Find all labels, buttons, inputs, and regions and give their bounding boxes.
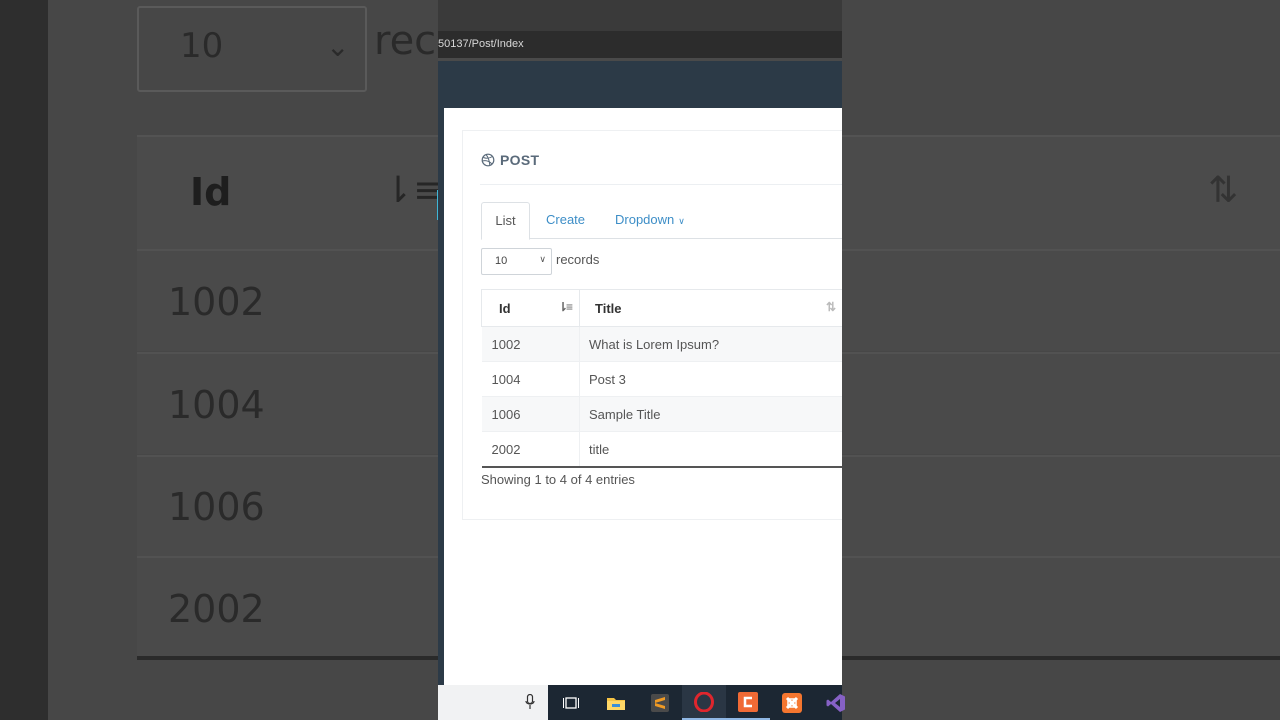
bg-row-id: 2002 (168, 587, 265, 631)
address-bar-url[interactable]: 50137/Post/Index (438, 38, 524, 50)
table-row[interactable]: 1004 Post 3 (481, 361, 842, 397)
bg-row-id: 1004 (168, 383, 265, 427)
table-info: Showing 1 to 4 of 4 entries (481, 472, 635, 487)
divider (480, 184, 842, 185)
app-navbar (438, 61, 842, 108)
table-row[interactable]: 2002 title (481, 431, 842, 468)
table-header-row: Id ⇂≡ Title ⇅ (481, 289, 842, 327)
chevron-down-icon: ∨ (539, 254, 546, 264)
cell-title: What is Lorem Ipsum? (579, 326, 842, 362)
cell-title: title (579, 431, 842, 468)
page-length-value: 10 (495, 255, 508, 267)
bg-sort-icon: ⇅ (1208, 170, 1239, 211)
file-explorer-icon[interactable] (594, 685, 638, 720)
sort-icon: ⇅ (825, 300, 836, 314)
records-label: records (556, 252, 600, 267)
cell-id: 2002 (481, 431, 580, 468)
table-row[interactable]: 1002 What is Lorem Ipsum? (481, 326, 842, 362)
tab-dropdown[interactable]: Dropdown ∨ (615, 202, 685, 238)
cell-title: Sample Title (579, 396, 842, 432)
sublime-text-icon[interactable] (638, 685, 682, 720)
tab-bar: List Create Dropdown ∨ (481, 202, 842, 240)
app-c-icon[interactable] (726, 685, 770, 720)
taskbar-search[interactable] (438, 685, 548, 720)
xampp-icon[interactable] (770, 685, 814, 720)
taskbar (438, 685, 845, 720)
cell-id: 1004 (481, 361, 580, 397)
posts-table: Id ⇂≡ Title ⇅ 1002 What is Lorem Ipsum? … (481, 289, 842, 468)
page-length-select[interactable]: 10 ∨ (481, 248, 552, 275)
opera-browser-icon[interactable] (682, 685, 726, 720)
browser-window: 50137/Post/Index POST List Create Dropdo… (438, 0, 842, 720)
card-title-text: POST (500, 152, 540, 168)
visual-studio-icon[interactable] (814, 685, 858, 720)
address-bar[interactable]: 50137/Post/Index (438, 31, 842, 61)
tab-dropdown-label: Dropdown (615, 212, 675, 227)
cell-id: 1002 (481, 326, 580, 362)
bg-chevron-down-icon: ⌄ (326, 30, 350, 63)
cell-id: 1006 (481, 396, 580, 432)
table-row[interactable]: 1006 Sample Title (481, 396, 842, 432)
bg-select-value: 10 (180, 26, 224, 66)
tab-create[interactable]: Create (546, 202, 585, 238)
browser-tab-strip[interactable] (438, 0, 842, 31)
task-view-icon[interactable] (549, 685, 593, 720)
bg-records-fragment: rec (374, 18, 437, 64)
chevron-down-icon: ∨ (678, 216, 685, 226)
background-edge (0, 0, 48, 720)
column-header-title[interactable]: Title ⇅ (579, 289, 842, 327)
app-sidebar-edge (438, 108, 444, 685)
bg-row-id: 1006 (168, 485, 265, 529)
column-header-title-label: Title (595, 300, 622, 316)
cell-title: Post 3 (579, 361, 842, 397)
bg-sort-asc-icon: ⇂≡ (383, 170, 444, 211)
tab-list[interactable]: List (481, 202, 530, 240)
sort-ascending-icon: ⇂≡ (557, 300, 573, 314)
column-header-id-label: Id (499, 300, 511, 316)
column-header-id[interactable]: Id ⇂≡ (481, 289, 580, 327)
dribbble-icon (481, 153, 495, 167)
bg-row-id: 1002 (168, 280, 265, 324)
card-title: POST (481, 152, 539, 168)
microphone-icon[interactable] (525, 694, 535, 710)
bg-header-id: Id (190, 170, 232, 214)
